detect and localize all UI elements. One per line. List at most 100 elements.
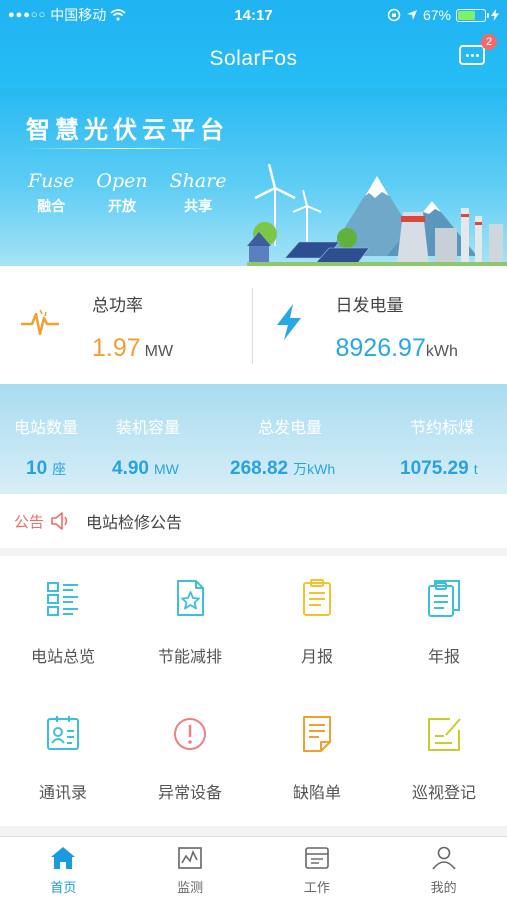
monthly-report-icon bbox=[303, 579, 331, 616]
stat-number: 1075.29 bbox=[400, 458, 469, 479]
daily-generation-label: 日发电量 bbox=[335, 296, 404, 315]
grid-item-defect-list[interactable]: 缺陷单 bbox=[254, 714, 380, 803]
grid-item-annual-report[interactable]: 年报 bbox=[381, 578, 507, 667]
work-icon bbox=[305, 847, 329, 869]
grid-item-contacts[interactable]: 通讯录 bbox=[0, 714, 126, 803]
keyword-share: Share 共享 bbox=[170, 170, 227, 216]
announcement-bar[interactable]: 公告 电站检修公告 bbox=[0, 494, 507, 548]
signal-strength: ●●●○○ bbox=[8, 9, 47, 21]
grid-item-monthly-report[interactable]: 月报 bbox=[254, 578, 380, 667]
orientation-lock-icon bbox=[387, 8, 401, 22]
battery-percent: 67% bbox=[422, 7, 451, 23]
power-wave-icon bbox=[21, 309, 59, 336]
stat-value: 268.82 万kWh bbox=[230, 458, 335, 480]
annual-report-icon bbox=[428, 580, 460, 617]
keyword-open: Open 开放 bbox=[96, 170, 147, 216]
top-bar: ●●●○○ 中国移动 14:17 67% SolarFos 2 bbox=[0, 0, 507, 88]
app-title: SolarFos bbox=[209, 47, 298, 70]
keyword-cn: 融合 bbox=[37, 198, 66, 214]
power-summary-card: 总功率 1.97 MW 日发电量 8926.97kWh bbox=[0, 266, 507, 384]
grid-item-label: 节能减排 bbox=[157, 649, 222, 666]
keyword-en: Open bbox=[96, 170, 148, 192]
grid-item-label: 通讯录 bbox=[38, 785, 87, 802]
stat-unit: MW bbox=[153, 461, 179, 477]
keyword-cn: 开放 bbox=[108, 198, 137, 214]
speaker-icon bbox=[51, 512, 68, 530]
stat-label: 电站数量 bbox=[14, 420, 79, 437]
stat-number: 4.90 bbox=[112, 458, 149, 479]
message-icon bbox=[459, 45, 485, 65]
profile-icon bbox=[431, 846, 456, 870]
announcement-tag: 公告 bbox=[14, 513, 45, 531]
stat-value: 1075.29 t bbox=[400, 458, 478, 480]
grid-item-label: 巡视登记 bbox=[411, 785, 476, 802]
total-power-panel: 总功率 1.97 MW bbox=[0, 266, 254, 384]
wifi-icon bbox=[110, 9, 126, 21]
nav-bar: SolarFos 2 bbox=[0, 30, 507, 88]
abnormal-device-icon bbox=[174, 718, 206, 750]
tab-bar: 首页 监测 工作 我的 bbox=[0, 836, 507, 900]
grid-item-label: 缺陷单 bbox=[292, 785, 341, 802]
tab-label: 监测 bbox=[177, 880, 204, 895]
banner-slogan: 智慧光伏云平台 bbox=[26, 117, 229, 144]
keyword-fuse: Fuse 融合 bbox=[28, 170, 74, 216]
grid-item-label: 年报 bbox=[427, 649, 460, 666]
status-bar: ●●●○○ 中国移动 14:17 67% bbox=[0, 0, 507, 30]
patrol-register-icon bbox=[428, 718, 461, 751]
grid-item-label: 月报 bbox=[300, 649, 333, 666]
stat-unit: 座 bbox=[52, 461, 67, 477]
stat-value: 10 座 bbox=[26, 458, 66, 480]
stat-number: 268.82 bbox=[230, 458, 289, 479]
daily-generation-panel: 日发电量 8926.97kWh bbox=[254, 266, 507, 384]
tab-label: 我的 bbox=[430, 880, 457, 895]
grid-item-station-overview[interactable]: 电站总览 bbox=[0, 578, 126, 667]
defect-list-icon bbox=[303, 716, 331, 752]
daily-generation-value: 8926.97kWh bbox=[336, 334, 458, 363]
daily-generation-unit: kWh bbox=[425, 343, 458, 360]
battery-icon bbox=[456, 8, 489, 22]
total-power-label: 总功率 bbox=[92, 296, 143, 315]
grid-item-label: 异常设备 bbox=[157, 785, 222, 802]
grid-item-abnormal-device[interactable]: 异常设备 bbox=[127, 714, 253, 803]
grid-item-energy-saving[interactable]: 节能减排 bbox=[127, 578, 253, 667]
keyword-cn: 共享 bbox=[184, 198, 213, 214]
daily-generation-number: 8926.97 bbox=[335, 334, 426, 362]
stat-label: 装机容量 bbox=[116, 420, 181, 437]
message-button[interactable]: 2 bbox=[459, 34, 497, 66]
charging-icon bbox=[491, 9, 499, 21]
banner-keywords: Fuse 融合 Open 开放 Share 共享 bbox=[28, 170, 227, 216]
tab-work[interactable]: 工作 bbox=[254, 837, 381, 900]
contacts-icon bbox=[47, 716, 79, 750]
announcement-text: 电站检修公告 bbox=[86, 515, 183, 532]
station-overview-icon bbox=[47, 582, 78, 616]
stat-value: 4.90 MW bbox=[112, 458, 179, 480]
stat-label: 节约标煤 bbox=[410, 420, 475, 437]
tab-home[interactable]: 首页 bbox=[0, 837, 127, 900]
station-stats: 电站数量 10 座 装机容量 4.90 MW 总发电量 268.82 万kWh 节约标… bbox=[0, 384, 507, 494]
energy-saving-icon bbox=[177, 580, 204, 616]
feature-grid: 电站总览 节能减排 月报 年报 通讯录 异常设备 缺陷单 巡视登记 bbox=[0, 556, 507, 826]
stat-unit: 万kWh bbox=[293, 461, 336, 477]
total-power-value: 1.97 MW bbox=[92, 334, 173, 363]
message-badge: 2 bbox=[481, 34, 497, 50]
stat-label: 总发电量 bbox=[258, 420, 323, 437]
carrier-name: 中国移动 bbox=[50, 7, 107, 23]
monitor-icon bbox=[178, 847, 202, 869]
keyword-en: Fuse bbox=[28, 170, 75, 192]
tab-label: 工作 bbox=[303, 880, 330, 895]
lightning-icon bbox=[276, 304, 301, 340]
grid-item-patrol-register[interactable]: 巡视登记 bbox=[381, 714, 507, 803]
location-icon bbox=[406, 10, 417, 20]
total-power-unit: MW bbox=[144, 343, 174, 360]
slogan-underline bbox=[22, 148, 222, 149]
tab-label: 首页 bbox=[50, 880, 77, 895]
stat-number: 10 bbox=[26, 458, 48, 479]
energy-landscape-illustration bbox=[247, 163, 507, 266]
home-icon bbox=[51, 847, 76, 869]
stat-unit: t bbox=[473, 461, 478, 477]
tab-profile[interactable]: 我的 bbox=[380, 837, 507, 900]
total-power-number: 1.97 bbox=[92, 334, 141, 362]
keyword-en: Share bbox=[169, 170, 227, 192]
tab-monitor[interactable]: 监测 bbox=[127, 837, 254, 900]
banner[interactable]: 智慧光伏云平台 Fuse 融合 Open 开放 Share 共享 bbox=[0, 88, 507, 266]
